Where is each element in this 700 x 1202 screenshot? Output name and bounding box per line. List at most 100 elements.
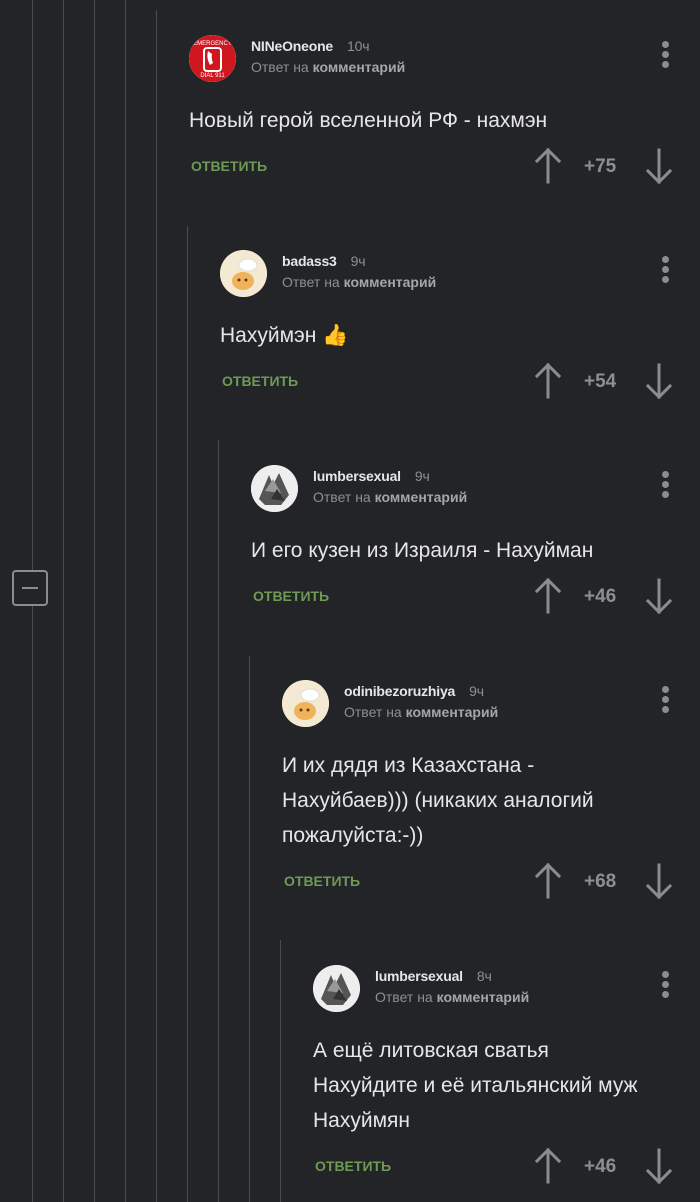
reply-to-prefix: Ответ на xyxy=(251,59,309,75)
comment: lumbersexual 8ч Ответ на комментарий А ещ… xyxy=(313,965,673,1188)
timestamp[interactable]: 9ч xyxy=(351,253,366,269)
comment-text: Новый герой вселенной РФ - нахмэн xyxy=(189,103,670,138)
author-name[interactable]: lumbersexual xyxy=(375,968,463,984)
more-menu-icon[interactable] xyxy=(660,686,670,718)
reply-to-link[interactable]: комментарий xyxy=(375,489,468,505)
thread-line xyxy=(32,606,33,1202)
rating: +68 xyxy=(584,871,617,892)
avatar[interactable] xyxy=(313,965,360,1012)
thread-line xyxy=(156,10,157,1202)
author-name[interactable]: badass3 xyxy=(282,253,337,269)
avatar[interactable] xyxy=(282,680,329,727)
downvote-arrow-icon[interactable] xyxy=(645,363,673,400)
timestamp[interactable]: 9ч xyxy=(469,683,484,699)
reply-to-link[interactable]: комментарий xyxy=(313,59,406,75)
author-line: NINeOneone 10ч xyxy=(251,38,369,54)
author-name[interactable]: odinibezoruzhiya xyxy=(344,683,455,699)
reply-to-link[interactable]: комментарий xyxy=(344,274,437,290)
avatar[interactable] xyxy=(251,465,298,512)
reply-to-link[interactable]: комментарий xyxy=(437,989,530,1005)
comment-text-line: Нахуймян xyxy=(313,1109,410,1132)
reply-button[interactable]: ОТВЕТИТЬ xyxy=(191,158,267,174)
reply-button[interactable]: ОТВЕТИТЬ xyxy=(284,873,360,889)
avatar-text-bottom: DIAL 911 xyxy=(200,73,225,79)
downvote-arrow-icon[interactable] xyxy=(645,148,673,185)
author-line: lumbersexual 8ч xyxy=(375,968,492,984)
comment-text-line: пожалуйста:-)) xyxy=(282,824,424,847)
upvote-arrow-icon[interactable] xyxy=(534,1147,562,1184)
comment: EMERGENCY DIAL 911 NINeOneone 10ч Ответ н… xyxy=(189,35,673,188)
reply-to: Ответ на комментарий xyxy=(251,59,405,75)
comment-text: А ещё литовская сватья Нахуйдите и её ит… xyxy=(313,1033,670,1138)
avatar[interactable]: EMERGENCY DIAL 911 xyxy=(189,35,236,82)
thread-line xyxy=(218,440,219,1202)
comment-actions: ОТВЕТИТЬ +75 xyxy=(189,147,673,188)
author-line: badass3 9ч xyxy=(282,253,366,269)
comment-text-line: Нахуймэн 👍 xyxy=(220,324,349,347)
thread-line xyxy=(187,226,188,1202)
reply-button[interactable]: ОТВЕТИТЬ xyxy=(253,588,329,604)
avatar-text-top: EMERGENCY xyxy=(193,41,232,47)
comment-text-line: Новый герой вселенной РФ - нахмэн xyxy=(189,109,548,132)
comment-text-line: Нахуйдите и её итальянский муж xyxy=(313,1074,638,1097)
upvote-arrow-icon[interactable] xyxy=(534,862,562,899)
reply-to-prefix: Ответ на xyxy=(282,274,340,290)
thread-line xyxy=(249,656,250,1202)
reply-button[interactable]: ОТВЕТИТЬ xyxy=(315,1158,391,1174)
comment-header: lumbersexual 8ч Ответ на комментарий xyxy=(313,965,670,1013)
avatar[interactable] xyxy=(220,250,267,297)
author-name[interactable]: NINeOneone xyxy=(251,38,333,54)
upvote-arrow-icon[interactable] xyxy=(534,577,562,614)
downvote-arrow-icon[interactable] xyxy=(645,578,673,615)
comment-header: lumbersexual 9ч Ответ на комментарий xyxy=(251,465,670,513)
reply-to: Ответ на комментарий xyxy=(344,704,498,720)
comment-header: EMERGENCY DIAL 911 NINeOneone 10ч Ответ н… xyxy=(189,35,670,83)
thread-line xyxy=(280,940,281,1202)
timestamp[interactable]: 8ч xyxy=(477,968,492,984)
comment: badass3 9ч Ответ на комментарий Нахуймэн … xyxy=(220,250,673,403)
upvote-arrow-icon[interactable] xyxy=(534,147,562,184)
comment-header: badass3 9ч Ответ на комментарий xyxy=(220,250,670,298)
comment-header: odinibezoruzhiya 9ч Ответ на комментарий xyxy=(282,680,670,728)
reply-to: Ответ на комментарий xyxy=(282,274,436,290)
author-line: odinibezoruzhiya 9ч xyxy=(344,683,484,699)
comment: odinibezoruzhiya 9ч Ответ на комментарий … xyxy=(282,680,673,903)
collapse-thread-button[interactable] xyxy=(12,570,48,606)
rating: +46 xyxy=(584,586,617,607)
comment-text: И их дядя из Казахстана - Нахуйбаев))) (… xyxy=(282,748,670,853)
upvote-arrow-icon[interactable] xyxy=(534,362,562,399)
more-menu-icon[interactable] xyxy=(660,471,670,503)
timestamp[interactable]: 10ч xyxy=(347,38,369,54)
timestamp[interactable]: 9ч xyxy=(415,468,430,484)
comment-text: Нахуймэн 👍 xyxy=(220,318,670,353)
thread-line xyxy=(63,0,64,1202)
comment-text: И его кузен из Израиля - Нахуйман xyxy=(251,533,670,568)
reply-to-prefix: Ответ на xyxy=(344,704,402,720)
author-name[interactable]: lumbersexual xyxy=(313,468,401,484)
more-menu-icon[interactable] xyxy=(660,41,670,73)
comment-actions: ОТВЕТИТЬ +46 xyxy=(313,1147,673,1188)
thread-line xyxy=(32,0,33,570)
comment-actions: ОТВЕТИТЬ +68 xyxy=(282,862,673,903)
comment-text-line: И их дядя из Казахстана - xyxy=(282,754,535,777)
comment-actions: ОТВЕТИТЬ +54 xyxy=(220,362,673,403)
comment: lumbersexual 9ч Ответ на комментарий И ег… xyxy=(251,465,673,618)
comment-text-line: А ещё литовская сватья xyxy=(313,1039,549,1062)
reply-to: Ответ на комментарий xyxy=(313,489,467,505)
minus-icon xyxy=(22,587,38,589)
more-menu-icon[interactable] xyxy=(660,971,670,1003)
comment-text-line: И его кузен из Израиля - Нахуйман xyxy=(251,539,594,562)
rating: +75 xyxy=(584,156,617,177)
more-menu-icon[interactable] xyxy=(660,256,670,288)
comment-actions: ОТВЕТИТЬ +46 xyxy=(251,577,673,618)
reply-to-link[interactable]: комментарий xyxy=(406,704,499,720)
comment-text-line: Нахуйбаев))) (никаких аналогий xyxy=(282,789,594,812)
thread-line xyxy=(94,0,95,1202)
reply-to: Ответ на комментарий xyxy=(375,989,529,1005)
rating: +54 xyxy=(584,371,617,392)
downvote-arrow-icon[interactable] xyxy=(645,1148,673,1185)
reply-to-prefix: Ответ на xyxy=(313,489,371,505)
thread-line xyxy=(125,0,126,1202)
downvote-arrow-icon[interactable] xyxy=(645,863,673,900)
reply-button[interactable]: ОТВЕТИТЬ xyxy=(222,373,298,389)
